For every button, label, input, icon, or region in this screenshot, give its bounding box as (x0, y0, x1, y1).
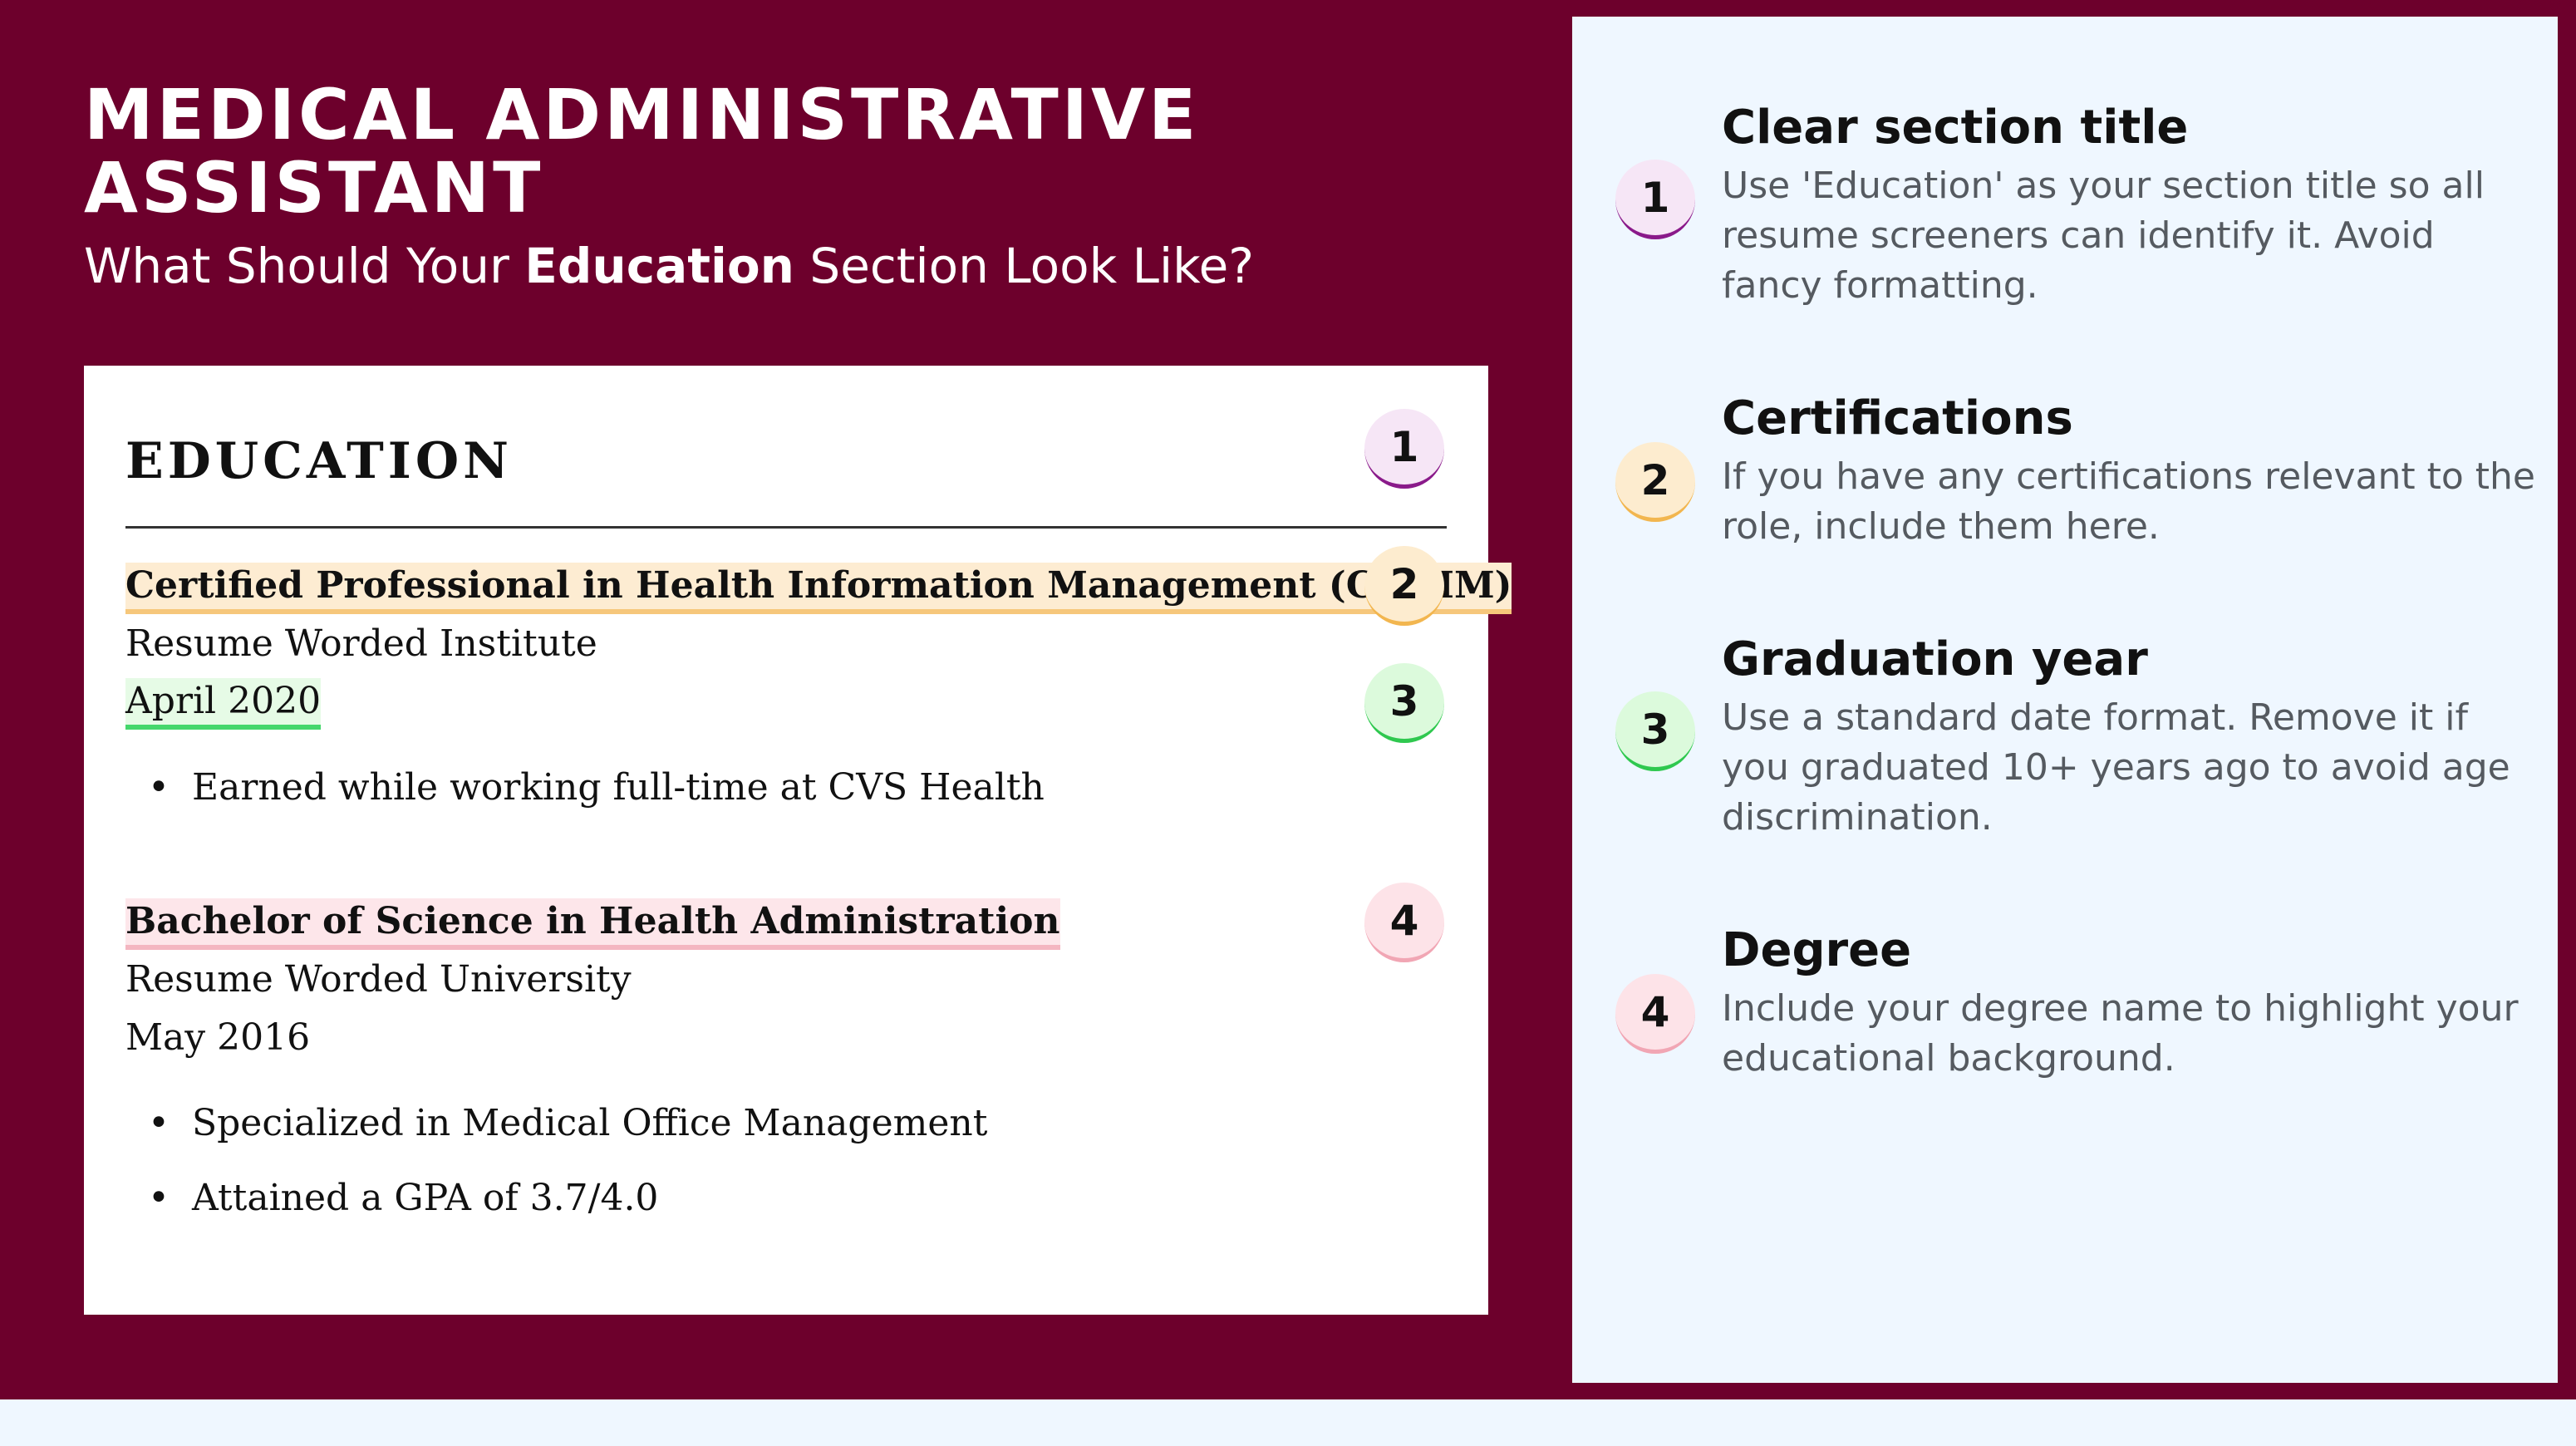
list-item-text: Earned while working full-time at CVS He… (192, 766, 1045, 809)
certification-title: Certified Professional in Health Informa… (125, 563, 1512, 614)
certification-date: April 2020 (125, 678, 322, 730)
page-title-line-2: ASSISTANT (84, 147, 544, 229)
tip-badge-2: 2 (1615, 442, 1695, 522)
list-item-text: Attained a GPA of 3.7/4.0 (192, 1177, 659, 1219)
list-item: • Attained a GPA of 3.7/4.0 (148, 1177, 659, 1219)
list-item-text: Specialized in Medical Office Management (192, 1102, 988, 1144)
tip-badge-3: 3 (1615, 691, 1695, 771)
page-title: MEDICAL ADMINISTRATIVE ASSISTANT (84, 78, 1497, 224)
tip-badge-4: 4 (1615, 974, 1695, 1054)
list-item: • Earned while working full-time at CVS H… (148, 766, 1045, 809)
section-divider (125, 526, 1447, 529)
degree-institution: Resume Worded University (125, 958, 632, 1001)
tip-description: Include your degree name to highlight yo… (1722, 987, 2519, 1080)
tip-title: Certifications (1722, 391, 2073, 445)
subtitle-emphasis: Education (524, 238, 794, 294)
page-subtitle: What Should Your Education Section Look … (84, 237, 1546, 295)
list-item: • Specialized in Medical Office Managemen… (148, 1102, 988, 1144)
tips-panel: 1 Clear section title Use 'Education' as… (1572, 17, 2558, 1383)
badge-4: 4 (1364, 883, 1444, 962)
badge-2: 2 (1364, 546, 1444, 626)
resume-education-card: EDUCATION Certified Professional in Heal… (84, 366, 1512, 1315)
page-title-line-1: MEDICAL ADMINISTRATIVE (84, 74, 1200, 155)
subtitle-suffix: Section Look Like? (794, 238, 1255, 294)
certification-institution: Resume Worded Institute (125, 622, 597, 665)
subtitle-prefix: What Should Your (84, 238, 525, 294)
tip-description: If you have any certifications relevant … (1722, 455, 2535, 548)
bottom-strip (0, 1399, 2576, 1446)
tip-description: Use a standard date format. Remove it if… (1722, 696, 2510, 839)
badge-1: 1 (1364, 409, 1444, 489)
tip-title: Degree (1722, 923, 1912, 977)
tip-description: Use 'Education' as your section title so… (1722, 165, 2485, 307)
degree-title: Bachelor of Science in Health Administra… (125, 898, 1060, 950)
education-heading: EDUCATION (125, 432, 513, 490)
degree-date: May 2016 (125, 1016, 311, 1059)
badge-3: 3 (1364, 663, 1444, 743)
tip-badge-1: 1 (1615, 160, 1695, 239)
tip-title: Graduation year (1722, 632, 2148, 686)
tip-title: Clear section title (1722, 101, 2189, 155)
